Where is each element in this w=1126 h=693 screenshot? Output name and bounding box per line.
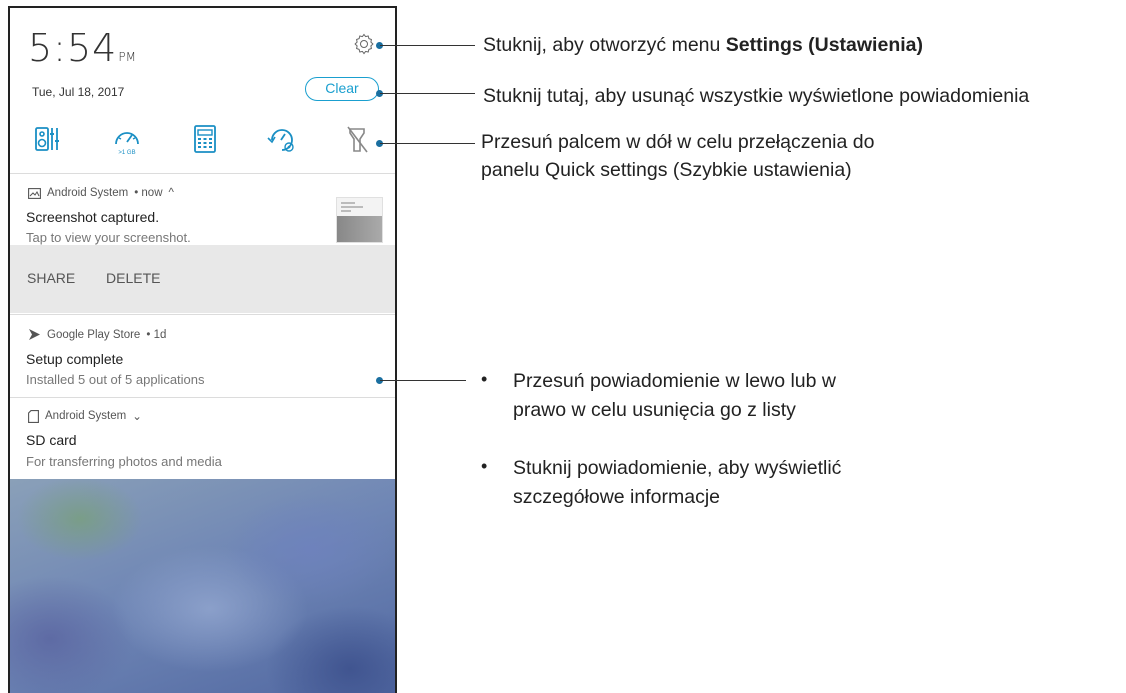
notification-time: • 1d xyxy=(146,328,167,341)
bullet: • xyxy=(481,369,488,389)
gear-icon[interactable] xyxy=(352,32,376,56)
boost-icon[interactable] xyxy=(265,120,299,160)
notification-play-store[interactable]: Google Play Store • 1d Setup complete In… xyxy=(10,314,395,397)
svg-text:>1 GB: >1 GB xyxy=(118,150,135,156)
calculator-icon[interactable] xyxy=(188,120,222,160)
phone-screen: 5:54PM Tue, Jul 18, 2017 Clear >1 GB And… xyxy=(8,6,397,693)
flashlight-off-icon[interactable] xyxy=(340,120,374,160)
callout-clear: Stuknij tutaj, aby usunąć wszystkie wyśw… xyxy=(483,85,1030,107)
clear-all-button[interactable]: Clear xyxy=(305,77,379,101)
notification-subtitle: Tap to view your screenshot. xyxy=(26,230,191,245)
notification-title: SD card xyxy=(26,432,77,448)
share-button[interactable]: SHARE xyxy=(27,270,75,286)
notification-subtitle: Installed 5 out of 5 applications xyxy=(26,372,205,387)
chevron-down-icon[interactable]: ⌄ xyxy=(132,409,142,423)
notification-shade-header: 5:54PM Tue, Jul 18, 2017 Clear >1 GB xyxy=(10,8,395,173)
callout-line xyxy=(380,93,475,94)
notification-app-name: Android System xyxy=(45,410,127,422)
notification-header: Android System • now ^ xyxy=(28,187,174,199)
callout-settings: Stuknij, aby otworzyć menu Settings (Ust… xyxy=(483,31,923,59)
notification-header: Google Play Store • 1d xyxy=(28,328,166,341)
notification-time: • now xyxy=(134,187,163,199)
notification-app-name: Android System xyxy=(47,187,129,199)
callout-swipe-line2: prawo w celu usunięcia go z listy xyxy=(513,399,796,421)
image-icon xyxy=(28,187,41,199)
notification-screenshot[interactable]: Android System • now ^ Screenshot captur… xyxy=(10,173,395,314)
clock-ampm: PM xyxy=(118,50,136,64)
quick-settings-bar: >1 GB xyxy=(10,120,395,160)
callout-line xyxy=(380,380,466,381)
mobile-data-limit-icon[interactable]: >1 GB xyxy=(110,120,144,160)
bullet: • xyxy=(481,456,488,476)
notification-title: Setup complete xyxy=(26,351,124,367)
screenshot-thumbnail[interactable] xyxy=(336,197,383,243)
wallpaper xyxy=(10,479,395,693)
callout-quick-settings-line2: panelu Quick settings (Szybkie ustawieni… xyxy=(481,159,852,181)
callout-settings-bold: Settings (Ustawienia) xyxy=(725,34,923,56)
notification-app-name: Google Play Store xyxy=(47,328,141,341)
notification-actions: SHARE DELETE xyxy=(10,245,395,313)
clock-time: 5:54 xyxy=(28,26,118,70)
callout-tap-line1: Stuknij powiadomienie, aby wyświetlić xyxy=(513,457,842,479)
notification-subtitle: For transferring photos and media xyxy=(26,454,222,469)
notification-header: Android System ⌄ xyxy=(28,409,142,423)
audio-wizard-icon[interactable] xyxy=(30,120,64,160)
callout-tap-line2: szczegółowe informacje xyxy=(513,486,721,508)
callout-settings-text: Stuknij, aby otworzyć menu xyxy=(483,34,726,56)
callout-line xyxy=(380,45,475,46)
callout-quick-settings-line1: Przesuń palcem w dół w celu przełączenia… xyxy=(481,131,875,153)
clock[interactable]: 5:54PM xyxy=(28,26,136,70)
notification-title: Screenshot captured. xyxy=(26,209,160,225)
callout-line xyxy=(380,143,475,144)
notification-sd-card[interactable]: Android System ⌄ SD card For transferrin… xyxy=(10,397,395,480)
delete-button[interactable]: DELETE xyxy=(106,270,160,286)
chevron-up-icon[interactable]: ^ xyxy=(169,187,174,199)
date: Tue, Jul 18, 2017 xyxy=(32,85,125,99)
sd-card-icon xyxy=(28,409,39,423)
play-store-icon xyxy=(29,329,40,340)
callout-swipe-line1: Przesuń powiadomienie w lewo lub w xyxy=(513,370,836,392)
